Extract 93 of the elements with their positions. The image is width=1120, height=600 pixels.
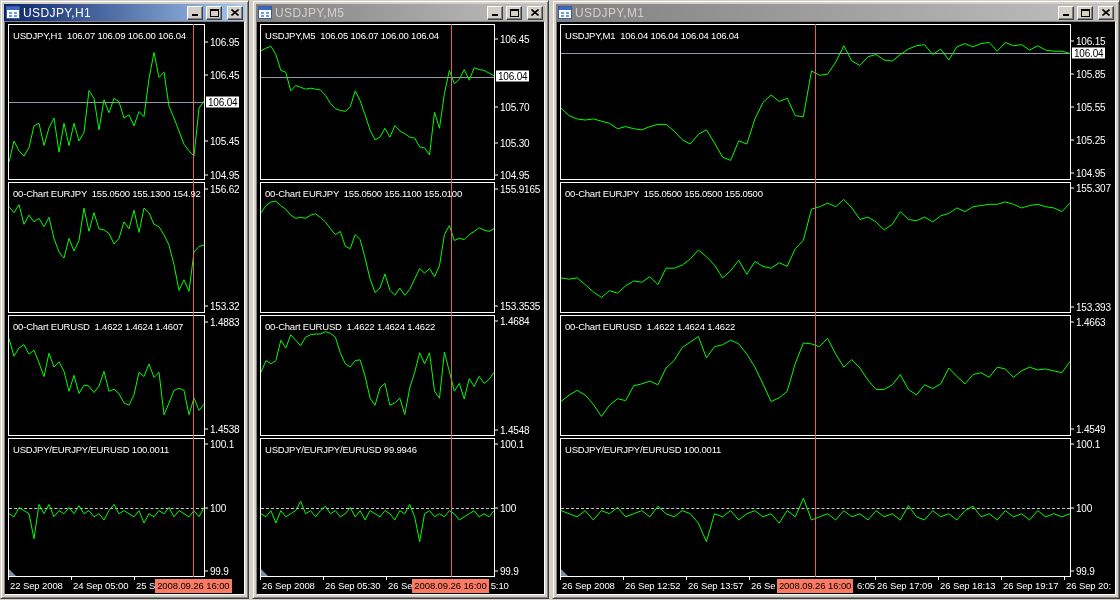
axis-label: 153.3535 bbox=[495, 300, 541, 312]
axis-label: 155.9165 bbox=[495, 183, 541, 195]
axis-label: 104.95 bbox=[495, 169, 530, 181]
triangle-icon bbox=[561, 569, 568, 576]
window-title: USDJPY,M1 bbox=[575, 5, 645, 20]
chart-legend: USDJPY,M5 106.05 106.07 106.00 106.04 bbox=[265, 30, 439, 42]
chart-legend: 00-Chart EURUSD 1.4622 1.4624 1.4622 bbox=[265, 321, 436, 333]
crosshair-time-label: 2008.09.26 16:00 bbox=[155, 579, 232, 593]
window-title: USDJPY,M5 bbox=[275, 5, 345, 20]
minimize-icon bbox=[1063, 13, 1069, 16]
chart-legend: USDJPY,M1 106.04 106.04 106.04 106.04 bbox=[565, 30, 739, 42]
chart-legend: USDJPY/EURJPY/EURUSD 100.0011 bbox=[13, 444, 170, 456]
axis-label: 105.45 bbox=[205, 136, 240, 147]
axis-label: 100 bbox=[205, 502, 227, 513]
axis-label: 156.62 bbox=[205, 183, 240, 195]
axis-label: 1.4538 bbox=[205, 423, 240, 435]
close-icon bbox=[1102, 9, 1110, 16]
maximize-button[interactable] bbox=[1077, 5, 1093, 20]
axis-label: 100 bbox=[495, 502, 517, 513]
close-icon bbox=[231, 9, 239, 16]
axis-label: 1.4549 bbox=[1071, 423, 1106, 435]
time-label: 24 Sep 05:00 bbox=[71, 577, 129, 592]
axis-label: 1.4883 bbox=[205, 316, 240, 328]
chart-legend: USDJPY/EURJPY/EURUSD 99.9946 bbox=[265, 444, 417, 456]
axis-label: 100.1 bbox=[495, 438, 525, 450]
chart-legend: 00-Chart EURUSD 1.4622 1.4624 1.4622 bbox=[565, 321, 736, 333]
axis-label: 105.55 bbox=[1071, 101, 1106, 113]
time-label: 26 Sep 2008 bbox=[560, 577, 615, 592]
close-button[interactable] bbox=[227, 5, 243, 20]
time-label: 26 Sep 17:09 bbox=[875, 577, 933, 592]
time-label: 26 Sep 05:30 bbox=[323, 577, 381, 592]
triangle-icon bbox=[9, 569, 16, 576]
maximize-button[interactable] bbox=[206, 5, 222, 20]
maximize-icon bbox=[509, 8, 519, 17]
axis-label: 105.70 bbox=[495, 101, 530, 113]
minimize-icon bbox=[492, 13, 498, 16]
axis-label: 100.1 bbox=[205, 438, 235, 450]
axis-label: 105.85 bbox=[1071, 68, 1106, 80]
price-label: 106.04 bbox=[206, 96, 240, 108]
axis-label: 99.9 bbox=[495, 565, 519, 577]
maximize-button[interactable] bbox=[506, 5, 522, 20]
time-label: 5:10 bbox=[489, 579, 509, 592]
close-button[interactable] bbox=[527, 5, 543, 20]
maximize-icon bbox=[1080, 8, 1090, 17]
chart-legend: 00-Chart EURUSD 1.4622 1.4624 1.4607 bbox=[13, 321, 184, 333]
axis-label: 106.45 bbox=[205, 69, 240, 81]
time-label: 26 Sep 2008 bbox=[260, 577, 315, 592]
chart-legend: USDJPY,H1 106.07 106.09 106.00 106.04 bbox=[13, 30, 186, 42]
time-label: 26 Sep 20: bbox=[1064, 577, 1111, 592]
window-title: USDJPY,H1 bbox=[23, 5, 92, 20]
window-icon bbox=[558, 6, 572, 19]
time-label: 22 Sep 2008 bbox=[8, 577, 63, 592]
axis-label: 100 bbox=[1071, 502, 1093, 513]
time-label: 26 Se bbox=[749, 577, 776, 592]
axis-label: 1.4548 bbox=[495, 424, 530, 436]
crosshair-time-label: 2008.09.26 16:00 bbox=[412, 579, 489, 593]
axis-label: 153.32 bbox=[205, 300, 240, 312]
minimize-icon bbox=[192, 13, 198, 16]
chart-legend: 00-Chart EURJPY 155.0500 155.0500 155.0500 bbox=[565, 188, 763, 200]
time-label: 26 Sep 12:52 bbox=[623, 577, 681, 592]
time-label: 26 Se bbox=[386, 577, 413, 592]
axis-label: 1.4663 bbox=[1071, 316, 1106, 328]
triangle-icon bbox=[261, 569, 268, 576]
axis-label: 1.4684 bbox=[495, 315, 530, 327]
close-icon bbox=[531, 9, 539, 16]
axis-label: 105.30 bbox=[495, 137, 530, 149]
window-icon bbox=[258, 6, 272, 19]
window-icon bbox=[6, 6, 20, 19]
axis-label: 106.45 bbox=[495, 33, 530, 45]
axis-label: 106.95 bbox=[205, 36, 240, 48]
axis-label: 104.95 bbox=[205, 169, 240, 181]
close-button[interactable] bbox=[1098, 5, 1114, 20]
crosshair-time-label: 2008.09.26 16:00 bbox=[776, 579, 854, 593]
axis-label: 99.9 bbox=[205, 565, 229, 577]
price-label: 106.04 bbox=[1072, 47, 1106, 59]
maximize-icon bbox=[209, 8, 219, 17]
minimize-button[interactable] bbox=[1058, 5, 1074, 20]
time-label: 6:05 bbox=[855, 579, 875, 592]
axis-label: 153.393 bbox=[1071, 301, 1111, 313]
chart-legend: USDJPY/EURJPY/EURUSD 100.0011 bbox=[565, 444, 722, 456]
axis-label: 99.9 bbox=[1071, 565, 1095, 577]
time-label: 26 Sep 18:13 bbox=[938, 577, 996, 592]
axis-label: 100.1 bbox=[1071, 438, 1101, 450]
minimize-button[interactable] bbox=[487, 5, 503, 20]
time-label: 26 Sep 19:17 bbox=[1001, 577, 1059, 592]
axis-label: 106.15 bbox=[1071, 35, 1106, 47]
price-label: 106.04 bbox=[496, 70, 530, 82]
axis-label: 155.307 bbox=[1071, 182, 1111, 194]
time-label: 26 Sep 13:57 bbox=[686, 577, 744, 592]
time-label: 25 S bbox=[134, 577, 156, 592]
minimize-button[interactable] bbox=[187, 5, 203, 20]
axis-label: 104.95 bbox=[1071, 167, 1106, 179]
axis-label: 105.25 bbox=[1071, 134, 1106, 146]
